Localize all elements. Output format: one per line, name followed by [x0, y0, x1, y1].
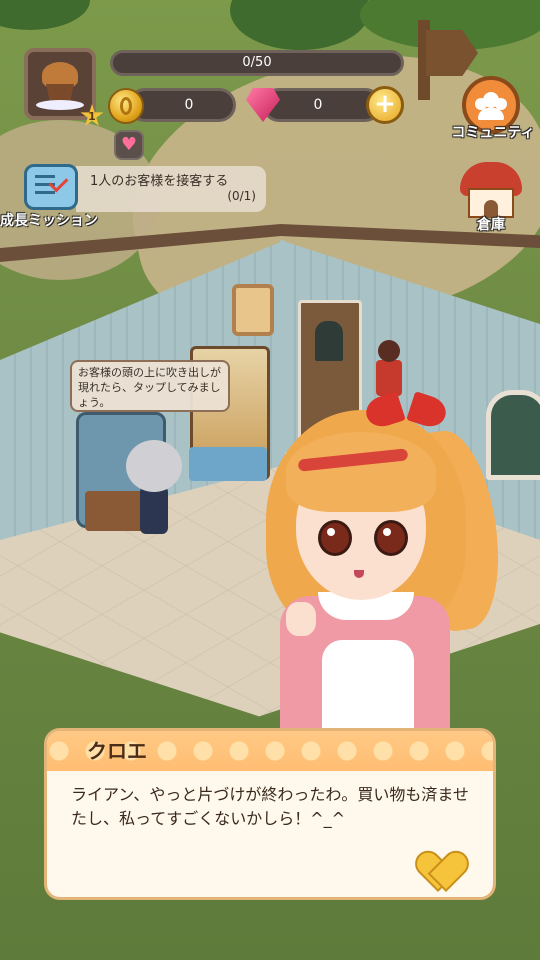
bush: [230, 0, 370, 50]
heart-icon[interactable]: ♥: [114, 130, 144, 160]
experience-bar: 0/50: [110, 50, 404, 76]
bush: [0, 0, 90, 30]
dialog-text: ライアン、やっと片づけが終わったわ。買い物も済ませたし、私ってすごくないかしら！…: [71, 785, 469, 828]
gem-count: 0: [313, 97, 323, 113]
bread-picture-frame: [232, 284, 274, 336]
coin-icon: [108, 88, 144, 124]
checklist-icon[interactable]: [24, 164, 78, 210]
gem-counter: 0: [262, 88, 382, 122]
mission-label: 成長ミッション: [0, 213, 98, 229]
add-currency-button[interactable]: +: [366, 86, 404, 124]
player-avatar[interactable]: [24, 48, 96, 120]
tutorial-hint: お客様の頭の上に吹き出しが現れたら、タップしてみましょう。: [70, 360, 230, 412]
coin-count: 0: [184, 97, 194, 113]
community-label: コミュニティ: [451, 125, 535, 141]
mission-task: 1人のお客様を接客する: [90, 174, 229, 189]
character-ryan[interactable]: [126, 440, 182, 540]
coin-counter: 0: [128, 88, 236, 122]
speaker-name: クロエ: [87, 739, 147, 763]
experience-text: 0/50: [242, 55, 272, 70]
warehouse-label: 倉庫: [477, 217, 505, 233]
mission-panel[interactable]: 1人のお客様を接客する (0/1): [76, 166, 266, 212]
heart-icon[interactable]: [418, 852, 466, 894]
mission-progress: (0/1): [227, 189, 256, 203]
warehouse-button[interactable]: [460, 162, 522, 220]
character-chloe-portrait: [246, 370, 510, 746]
